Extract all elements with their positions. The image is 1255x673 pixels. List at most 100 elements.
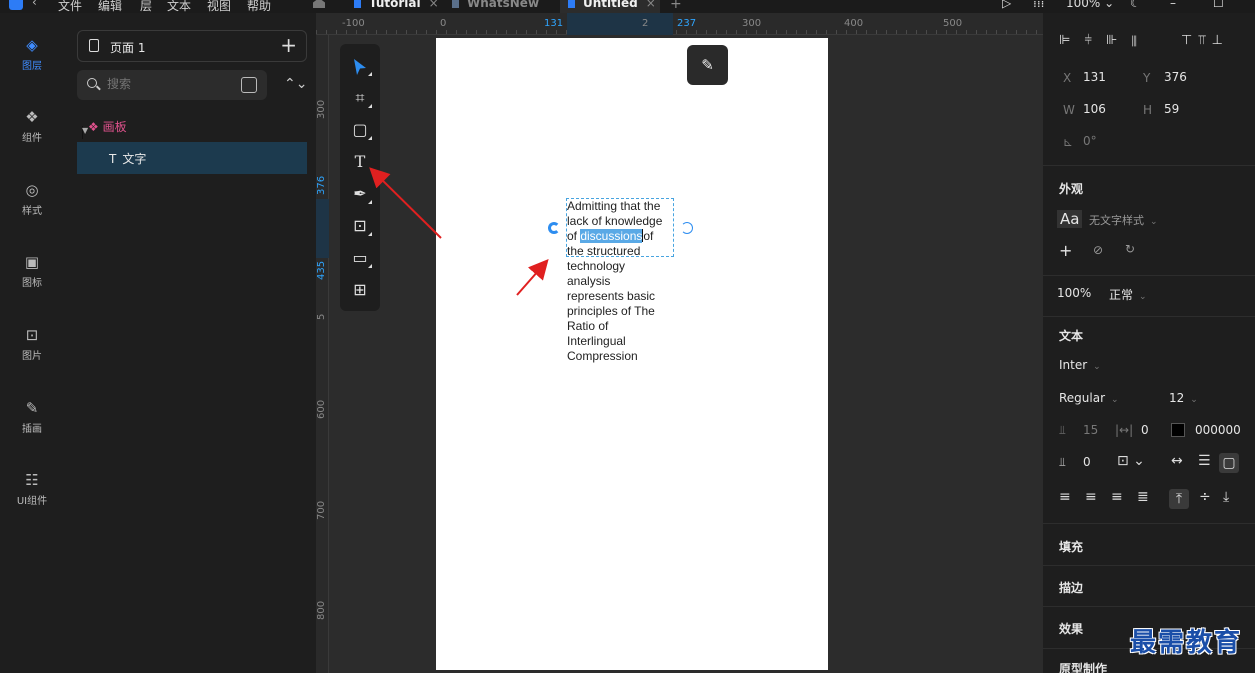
- fill-section-title[interactable]: 填充: [1059, 538, 1083, 555]
- align-right-icon[interactable]: ≡: [1111, 489, 1123, 505]
- canvas-text-line: the structured: [567, 244, 679, 259]
- play-icon[interactable]: ▷: [1002, 0, 1011, 10]
- pen-tool[interactable]: ✒: [340, 180, 380, 208]
- valign-bottom-icon[interactable]: ⤓: [1223, 489, 1229, 505]
- divider: [1043, 165, 1255, 166]
- caret-down-icon[interactable]: ▼: [82, 126, 88, 139]
- align-center-icon[interactable]: ≡: [1085, 489, 1097, 505]
- font-size-dropdown[interactable]: 12 ⌄: [1169, 391, 1198, 405]
- canvas-text-box[interactable]: Admitting that the lack of knowledge of di…: [567, 199, 679, 364]
- edit-pencil-button[interactable]: ✎: [687, 45, 728, 85]
- text-run: Compression: [567, 349, 638, 363]
- align-horizontal-icons[interactable]: ⊫ ⫩ ⊪ ⦀: [1059, 33, 1142, 48]
- line-height-field[interactable]: 15: [1083, 423, 1098, 437]
- opacity-field[interactable]: 100%: [1057, 286, 1091, 300]
- ruler-tick-label: 0: [440, 18, 447, 29]
- menu-layer[interactable]: 层: [140, 0, 152, 13]
- artboard-tool[interactable]: ⌗: [340, 84, 380, 112]
- theme-moon-icon[interactable]: ☾: [1130, 0, 1141, 10]
- locate-icon[interactable]: [241, 77, 257, 93]
- page-selector[interactable]: 页面 1 +: [77, 30, 307, 62]
- rectangle-tool[interactable]: ▢: [340, 116, 380, 144]
- ruler-tick-label: 237: [677, 18, 697, 29]
- tab-tutorial[interactable]: Tutorial ×: [354, 0, 439, 13]
- letter-spacing-field[interactable]: 0: [1141, 423, 1149, 437]
- canvas-text-line: technology: [567, 259, 679, 274]
- add-page-button[interactable]: +: [280, 33, 297, 57]
- canvas-text-line: Interlingual: [567, 334, 679, 349]
- select-tool[interactable]: [340, 52, 380, 80]
- close-icon[interactable]: ×: [429, 0, 439, 10]
- text-style-dropdown[interactable]: 无文字样式 ⌄: [1089, 212, 1158, 228]
- divider: [1043, 565, 1255, 566]
- resize-handle-left[interactable]: [548, 222, 560, 234]
- divider: [1043, 523, 1255, 524]
- height-field[interactable]: 59: [1164, 102, 1179, 116]
- refresh-icon[interactable]: ↻: [1125, 242, 1135, 256]
- auto-width-icon[interactable]: ↔: [1171, 453, 1183, 469]
- image-tool[interactable]: ⊡: [340, 212, 380, 240]
- style-icon: ◎: [25, 181, 39, 199]
- y-field[interactable]: 376: [1164, 70, 1187, 84]
- rail-ui-components[interactable]: ☷ UI组件: [0, 472, 64, 507]
- back-icon[interactable]: ‹: [32, 0, 37, 9]
- tab-untitled[interactable]: Untitled ×: [560, 0, 660, 13]
- layer-artboard[interactable]: ▼❖ 画板: [82, 118, 127, 139]
- text-color-hex[interactable]: 000000: [1195, 423, 1241, 437]
- add-style-icon[interactable]: +: [1059, 241, 1072, 260]
- close-icon[interactable]: ×: [646, 0, 656, 10]
- divider: [1043, 316, 1255, 317]
- paragraph-spacing-field[interactable]: 0: [1083, 455, 1091, 469]
- rail-layers[interactable]: ◈ 图层: [0, 37, 64, 72]
- component-tool[interactable]: ▭: [340, 244, 380, 272]
- minimize-button[interactable]: –: [1170, 0, 1176, 10]
- align-left-icon[interactable]: ≡: [1059, 489, 1071, 505]
- menu-text[interactable]: 文本: [167, 0, 191, 13]
- check-icon[interactable]: ⊘: [1093, 243, 1103, 257]
- prototype-section-title[interactable]: 原型制作: [1059, 660, 1107, 673]
- menu-file[interactable]: 文件: [58, 0, 82, 13]
- rotation-field[interactable]: 0°: [1083, 134, 1097, 148]
- layer-text[interactable]: T 文字: [77, 142, 307, 174]
- ruler-tick-label: 800: [316, 600, 327, 620]
- grid-tool[interactable]: ⊞: [340, 276, 380, 304]
- blend-mode-dropdown[interactable]: 正常 ⌄: [1109, 286, 1147, 303]
- search-input[interactable]: [107, 77, 227, 91]
- x-field[interactable]: 131: [1083, 70, 1106, 84]
- resize-handle-right[interactable]: [681, 222, 693, 234]
- text-color-swatch[interactable]: [1171, 423, 1185, 437]
- valign-middle-icon[interactable]: ÷: [1199, 489, 1211, 505]
- valign-top-icon[interactable]: ⤒: [1169, 489, 1189, 509]
- ruler-tick-label: 5: [316, 313, 327, 320]
- align-justify-icon[interactable]: ≣: [1137, 489, 1149, 505]
- maximize-button[interactable]: ☐: [1213, 0, 1224, 10]
- rail-styles[interactable]: ◎ 样式: [0, 182, 64, 217]
- align-vertical-icons[interactable]: ⊤⫪⊥: [1181, 33, 1229, 48]
- fixed-box-icon[interactable]: ▢: [1219, 453, 1239, 473]
- canvas-text-line: Ratio of: [567, 319, 679, 334]
- tab-whatsnew[interactable]: WhatsNew: [452, 0, 547, 13]
- font-weight-dropdown[interactable]: Regular ⌄: [1059, 391, 1119, 405]
- fixed-size-icon[interactable]: ☰: [1198, 453, 1211, 469]
- rail-icons[interactable]: ▣ 图标: [0, 254, 64, 289]
- grid-menu-icon[interactable]: ⁞⁞⁞: [1033, 0, 1044, 10]
- menu-view[interactable]: 视图: [207, 0, 231, 13]
- text-tool[interactable]: T: [340, 148, 380, 176]
- auto-height-icon[interactable]: ⊡ ⌄: [1117, 453, 1145, 469]
- zoom-level[interactable]: 100% ⌄: [1066, 0, 1114, 10]
- new-tab-button[interactable]: +: [670, 0, 682, 12]
- grid-icon: ⊞: [353, 280, 367, 299]
- width-field[interactable]: 106: [1083, 102, 1106, 116]
- rail-components[interactable]: ❖ 组件: [0, 109, 64, 144]
- rail-images[interactable]: ⊡ 图片: [0, 327, 64, 362]
- menu-edit[interactable]: 编辑: [98, 0, 122, 13]
- rail-illustrations[interactable]: ✎ 插画: [0, 400, 64, 435]
- menu-help[interactable]: 帮助: [247, 0, 271, 13]
- component-box-icon: ▭: [352, 248, 368, 267]
- canvas-text-line: of discussionsof: [567, 229, 679, 244]
- stroke-section-title[interactable]: 描边: [1059, 579, 1083, 596]
- home-icon[interactable]: [313, 0, 325, 8]
- collapse-icon[interactable]: ⌃⌄: [284, 76, 307, 92]
- effect-section-title[interactable]: 效果: [1059, 620, 1083, 637]
- font-family-dropdown[interactable]: Inter ⌄: [1059, 358, 1101, 372]
